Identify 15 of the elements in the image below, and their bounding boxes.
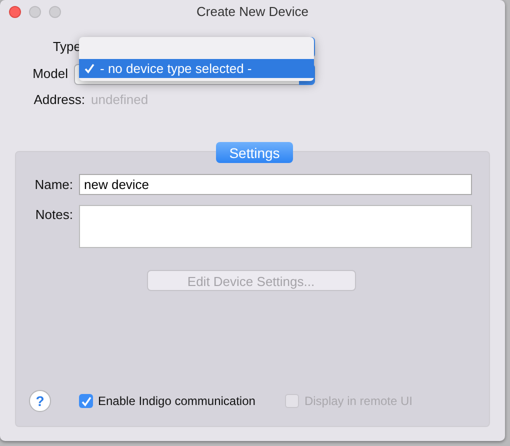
window-title: Create New Device [196,3,308,22]
field-label: Address: [32,91,86,110]
settings-tab[interactable]: Settings [216,142,293,163]
menu-item[interactable]: - no device type selected - [79,59,314,78]
minimize-button[interactable] [29,6,41,18]
field-label: Model [32,65,69,84]
zoom-button[interactable] [49,6,61,18]
field-label: Notes: [34,206,74,224]
checkbox-label: Enable Indigo communication [98,393,256,410]
help-button[interactable]: ? [29,390,51,412]
field-label: Name: [34,176,74,194]
close-button[interactable] [9,6,21,18]
notes-field[interactable] [79,205,472,248]
checkbox[interactable] [79,394,93,408]
name-field[interactable]: new device [79,174,472,195]
